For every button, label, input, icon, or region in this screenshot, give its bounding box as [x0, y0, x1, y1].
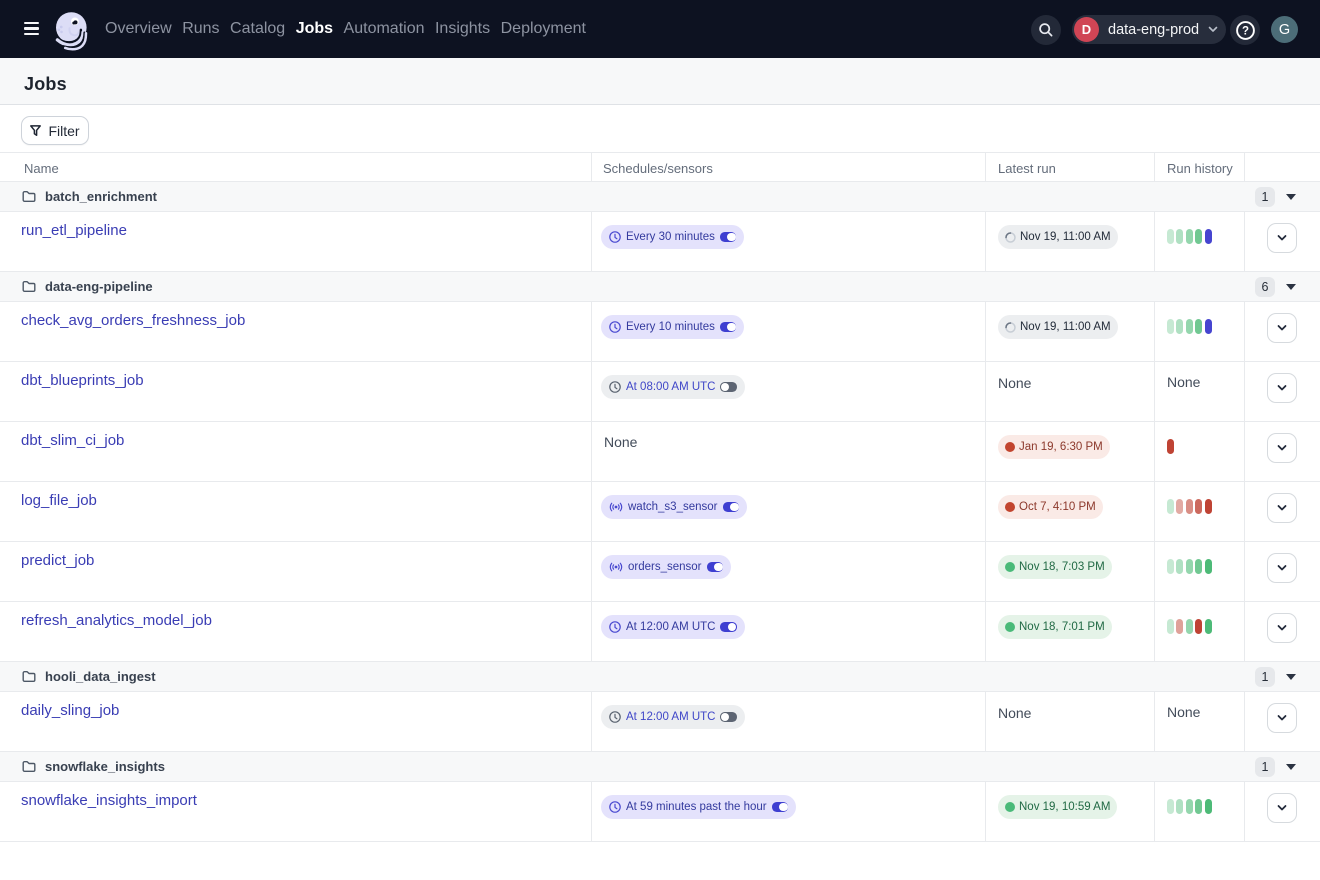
svg-text:?: ? [1241, 25, 1248, 37]
